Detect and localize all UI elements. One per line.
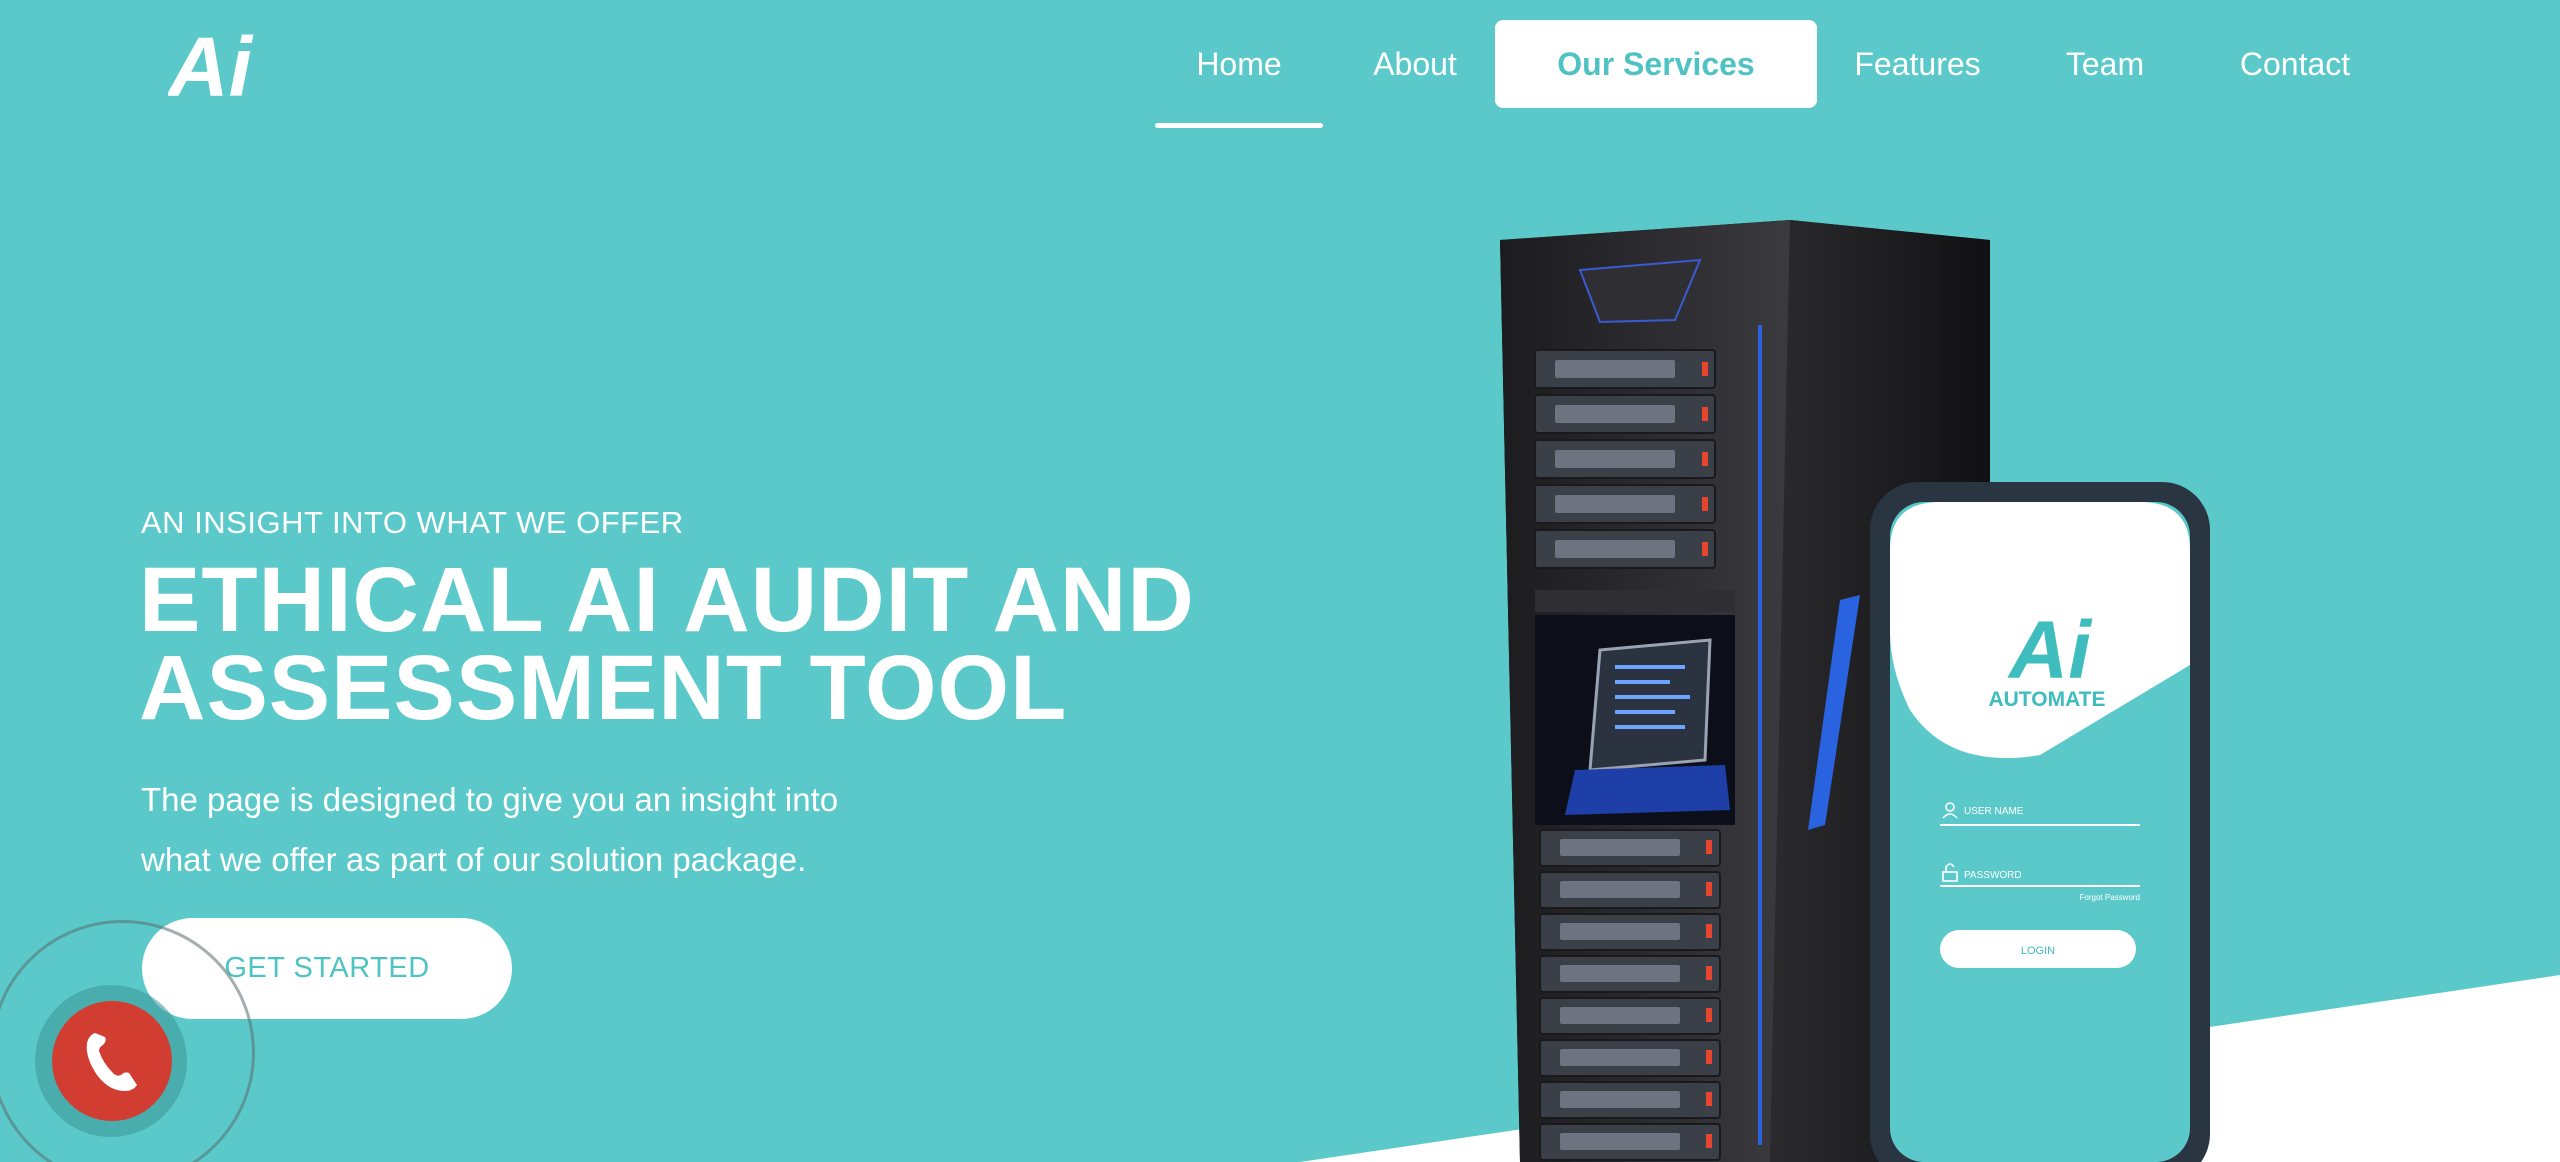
phone-icon <box>86 1033 137 1091</box>
username-field: USER NAME <box>1964 806 2024 817</box>
nav-about[interactable]: About <box>1355 20 1475 108</box>
logo-text: Ai <box>168 24 254 102</box>
description-line-2: what we offer as part of our solution pa… <box>141 841 807 878</box>
nav-contact[interactable]: Contact <box>2225 20 2365 108</box>
headline-line-2: ASSESSMENT TOOL <box>139 637 1068 739</box>
hero-description: The page is designed to give you an insi… <box>141 770 941 890</box>
hero-headline: ETHICAL AI AUDIT AND ASSESSMENT TOOL <box>139 554 1339 734</box>
landing-page: Ai Home About Our Services Features Team… <box>0 0 2560 1162</box>
forgot-password-link: Forgot Password <box>2080 893 2140 902</box>
brand-logo[interactable]: Ai <box>168 24 272 102</box>
phone-brand-text: AUTOMATE <box>1988 688 2105 711</box>
description-line-1: The page is designed to give you an insi… <box>141 781 839 818</box>
password-field: PASSWORD <box>1964 870 2022 881</box>
hero-illustration: Ai AUTOMATE USER NAME PASSWORD Forgot Pa… <box>1500 220 2210 1162</box>
hero-eyebrow: AN INSIGHT INTO WHAT WE OFFER <box>141 505 684 540</box>
call-button[interactable] <box>52 1001 172 1121</box>
nav-team[interactable]: Team <box>2055 20 2155 108</box>
phone-mockup: Ai AUTOMATE USER NAME PASSWORD Forgot Pa… <box>1870 482 2210 1162</box>
nav-home[interactable]: Home <box>1155 20 1323 128</box>
phone-logo-text: Ai <box>2007 605 2093 696</box>
headline-line-1: ETHICAL AI AUDIT AND <box>139 549 1195 651</box>
phone-login-label: LOGIN <box>2021 945 2055 957</box>
nav-features[interactable]: Features <box>1845 20 1990 108</box>
nav-our-services[interactable]: Our Services <box>1495 20 1817 108</box>
